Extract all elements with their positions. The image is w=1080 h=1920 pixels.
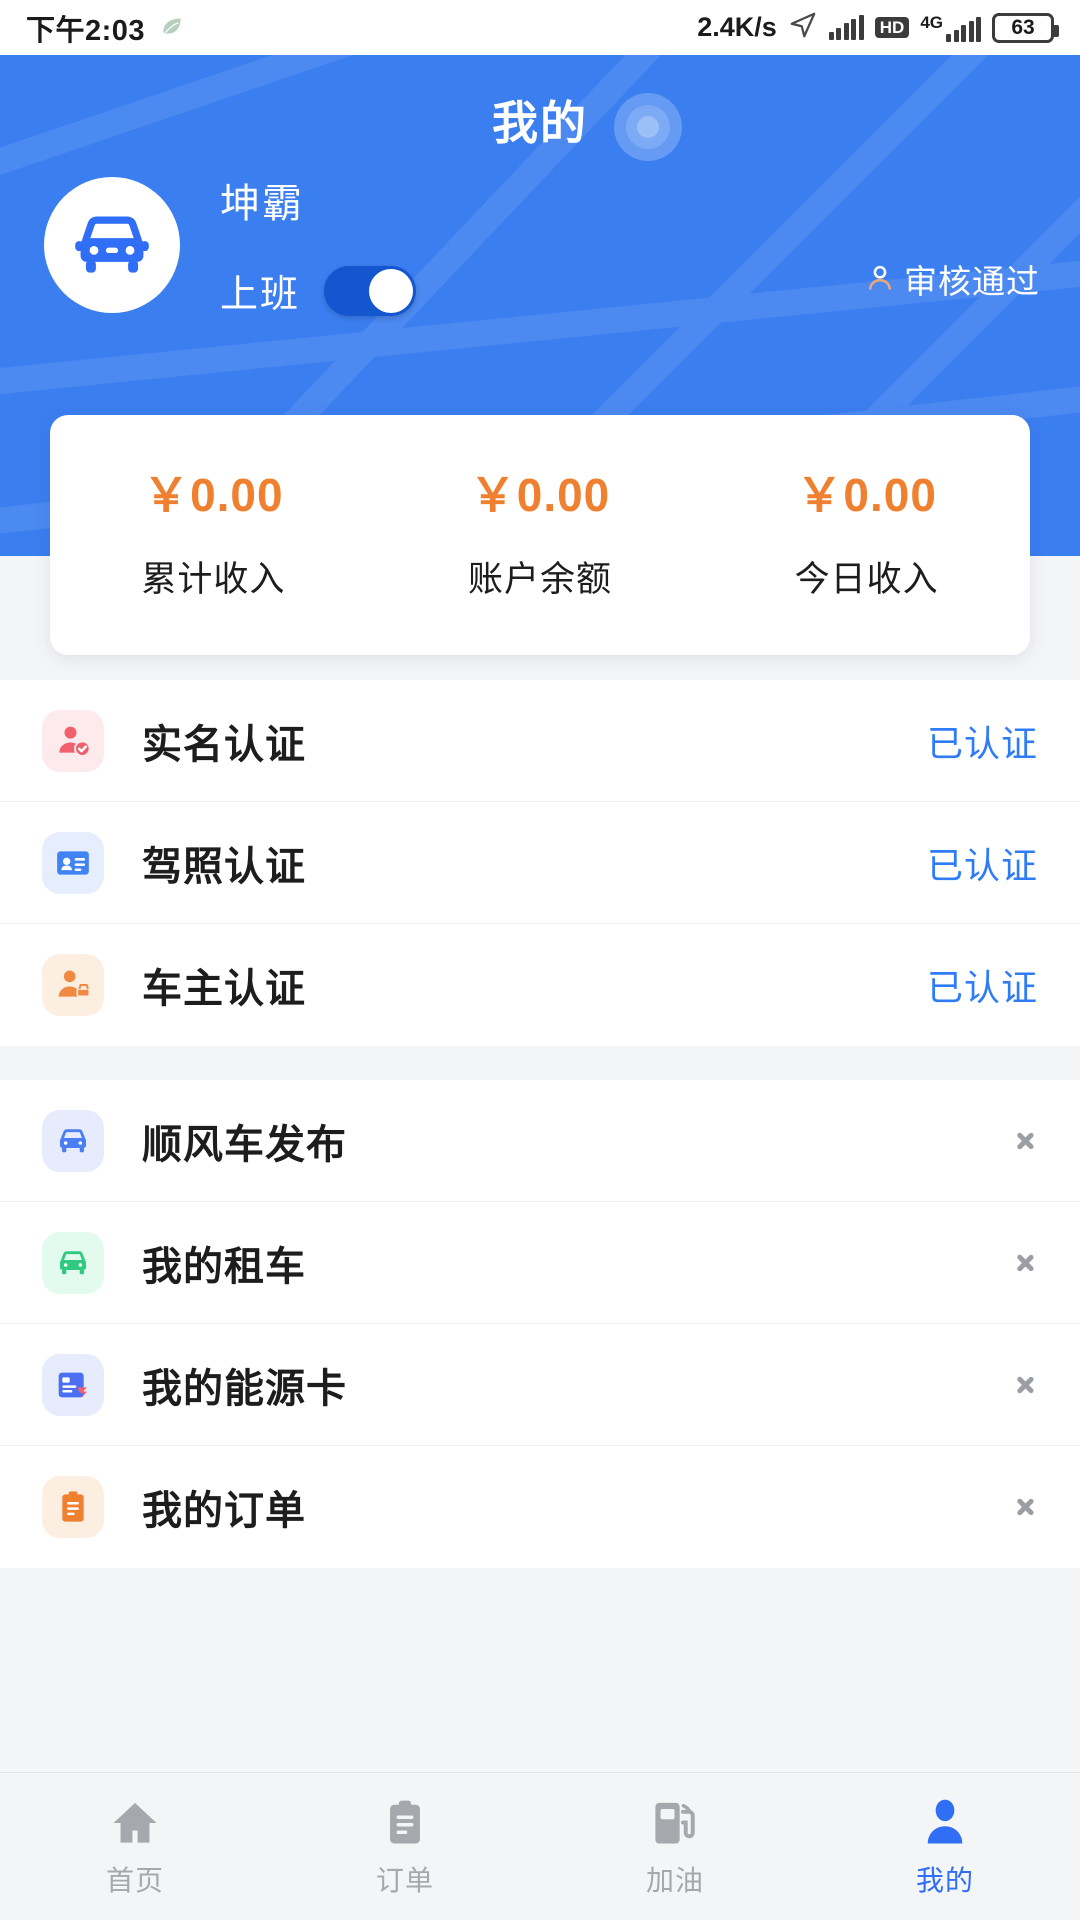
page-title: 我的 <box>492 97 588 149</box>
shift-toggle[interactable] <box>324 265 417 316</box>
car-front-avatar-icon <box>75 215 149 273</box>
stat-amount: ￥0.00 <box>796 469 937 521</box>
clipboard-icon <box>390 1800 420 1844</box>
person-outline-icon <box>868 265 892 290</box>
person-icon <box>927 1799 963 1844</box>
earnings-card: ￥0.00 累计收入 ￥0.00 账户余额 ￥0.00 今日收入 <box>50 415 1030 655</box>
row-label: 我的租车 <box>142 1244 306 1289</box>
hd-badge-icon: HD <box>874 17 910 38</box>
user-nickname: 坤霸 <box>220 182 304 226</box>
shift-label: 上班 <box>220 274 301 316</box>
clipboard-orange-icon <box>42 1476 104 1538</box>
stat-account-balance[interactable]: ￥0.00 账户余额 <box>377 415 704 602</box>
network-type-label: 4G <box>920 12 943 32</box>
verification-group: 实名认证 已认证 驾照认证 已认证 车主认证 已认证 <box>0 680 1080 1046</box>
id-person-check-icon <box>42 709 104 772</box>
row-label: 车主认证 <box>142 967 306 1011</box>
stat-today-income[interactable]: ￥0.00 今日收入 <box>703 415 1030 602</box>
stat-label: 累计收入 <box>141 560 286 599</box>
stat-label: 今日收入 <box>794 560 939 599</box>
battery-level: 63 <box>1011 15 1035 39</box>
chevron-right-icon <box>1016 1122 1038 1160</box>
row-status: 已认证 <box>926 844 1038 886</box>
audit-status-badge: 审核通过 <box>862 255 1040 303</box>
row-status: 已认证 <box>926 722 1038 764</box>
chevron-right-icon <box>1016 1244 1038 1282</box>
chevron-right-icon <box>1016 1488 1038 1526</box>
tab-label: 首页 <box>105 1864 164 1896</box>
stat-amount: ￥0.00 <box>469 469 611 521</box>
car-blue-icon <box>42 1109 104 1172</box>
home-icon <box>113 1802 157 1843</box>
status-bar-time: 下午2:03 <box>26 14 146 47</box>
chevron-right-icon <box>1016 1366 1038 1404</box>
car-green-icon <box>42 1231 104 1294</box>
row-real-name-verification[interactable]: 实名认证 已认证 <box>0 680 1080 802</box>
menu-lists: 实名认证 已认证 驾照认证 已认证 车主认证 已认证 顺风车发布 我的租车 我的… <box>0 680 1080 1568</box>
status-bar: 下午2:03 2.4K/s HD 4G 63 <box>0 0 1080 55</box>
fuel-pump-icon <box>655 1802 695 1844</box>
stat-amount: ￥0.00 <box>143 469 284 521</box>
battery-icon: 63 <box>992 12 1059 43</box>
row-label: 顺风车发布 <box>142 1122 347 1167</box>
energy-card-icon <box>42 1353 104 1416</box>
row-my-rental-car[interactable]: 我的租车 <box>0 1202 1080 1324</box>
shift-toggle-row: 上班 <box>220 263 417 318</box>
signal-bars-icon <box>828 14 864 40</box>
tab-refuel[interactable]: 加油 <box>540 1795 810 1899</box>
network-speed: 2.4K/s <box>697 12 777 42</box>
car-owner-person-icon <box>42 954 104 1016</box>
row-carpool-publish[interactable]: 顺风车发布 <box>0 1080 1080 1202</box>
row-status: 已认证 <box>926 967 1038 1008</box>
mobile-data-icon: 4G <box>920 14 981 42</box>
row-driver-license-verification[interactable]: 驾照认证 已认证 <box>0 802 1080 924</box>
tab-label: 订单 <box>375 1864 434 1896</box>
profile-info: 坤霸 上班 <box>220 171 417 318</box>
tab-profile[interactable]: 我的 <box>810 1795 1080 1899</box>
audit-status-text: 审核通过 <box>904 263 1040 300</box>
row-label: 我的订单 <box>142 1489 306 1533</box>
tab-label: 我的 <box>915 1864 974 1896</box>
tab-orders[interactable]: 订单 <box>270 1795 540 1899</box>
tab-home[interactable]: 首页 <box>0 1795 270 1899</box>
row-label: 我的能源卡 <box>142 1366 347 1411</box>
app-screen: 下午2:03 2.4K/s HD 4G 63 我的 坤霸 上班 审核通过 ￥0.… <box>0 0 1080 1920</box>
row-label: 驾照认证 <box>142 844 306 889</box>
services-group: 顺风车发布 我的租车 我的能源卡 我的订单 <box>0 1080 1080 1568</box>
row-my-energy-card[interactable]: 我的能源卡 <box>0 1324 1080 1446</box>
stat-label: 账户余额 <box>468 560 613 599</box>
toggle-knob <box>369 268 414 313</box>
row-label: 实名认证 <box>142 722 306 767</box>
section-divider <box>0 1046 1080 1080</box>
row-car-owner-verification[interactable]: 车主认证 已认证 <box>0 924 1080 1046</box>
leaf-icon <box>159 12 185 43</box>
bottom-tab-bar: 首页 订单 加油 我的 <box>0 1772 1080 1920</box>
stat-total-income[interactable]: ￥0.00 累计收入 <box>50 415 377 602</box>
status-bar-icons: 2.4K/s HD 4G 63 <box>697 10 1059 45</box>
tab-label: 加油 <box>645 1864 704 1896</box>
location-arrow-icon <box>788 10 818 45</box>
row-my-orders[interactable]: 我的订单 <box>0 1446 1080 1568</box>
driver-license-card-icon <box>42 831 104 894</box>
avatar[interactable] <box>44 176 180 313</box>
